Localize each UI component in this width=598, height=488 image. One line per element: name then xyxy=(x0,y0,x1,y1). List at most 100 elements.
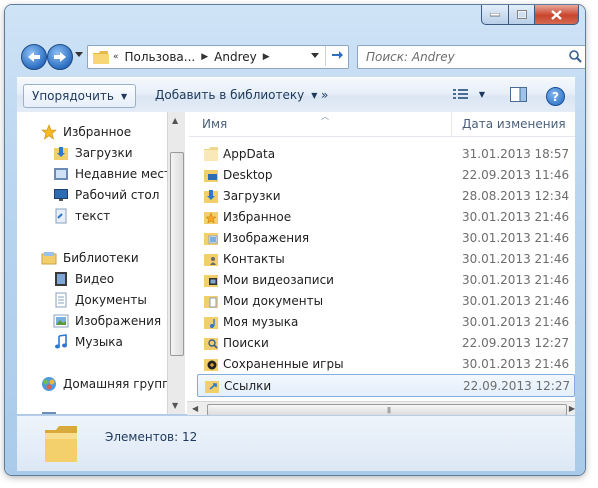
file-row-selected[interactable]: Ссылки 22.09.2013 12:27 xyxy=(197,374,575,397)
chevron-down-icon: ▼ xyxy=(120,91,128,101)
file-row[interactable]: Загрузки 28.08.2013 12:34 xyxy=(197,185,575,206)
minimize-button[interactable] xyxy=(481,5,509,25)
back-arrow-icon xyxy=(28,52,40,62)
file-date-modified: 30.01.2013 21:46 xyxy=(462,209,570,224)
column-divider[interactable] xyxy=(451,112,452,136)
file-name: AppData xyxy=(223,146,276,161)
file-date-modified: 30.01.2013 21:46 xyxy=(462,251,570,266)
address-overflow[interactable]: « xyxy=(113,52,119,62)
details-view-icon xyxy=(452,89,468,99)
file-row[interactable]: AppData 31.01.2013 18:57 xyxy=(197,143,575,164)
nav-favorites[interactable]: Избранное xyxy=(41,122,131,142)
command-bar: Упорядочить ▼ Добавить в библиотеку ▼ » … xyxy=(17,77,575,113)
back-button[interactable] xyxy=(21,44,47,70)
scroll-right-icon[interactable]: ▶ xyxy=(569,404,575,413)
search-input[interactable] xyxy=(364,49,558,65)
column-header-name[interactable]: Имя xyxy=(202,117,227,131)
file-row[interactable]: Моя музыка 30.01.2013 21:46 xyxy=(197,311,575,332)
close-button[interactable] xyxy=(535,5,579,25)
nav-item-video[interactable]: Видео xyxy=(53,269,114,289)
column-header-row: ︿ Имя Дата изменения xyxy=(189,112,575,137)
pictures-library-icon xyxy=(53,314,69,328)
nav-item-text[interactable]: текст xyxy=(53,206,110,226)
file-list: ︿ Имя Дата изменения AppData 31.01.2013 1… xyxy=(189,112,575,414)
nav-item-recent-places[interactable]: Недавние места xyxy=(53,164,167,184)
nav-homegroup[interactable]: Домашняя группа xyxy=(41,374,167,394)
breadcrumb-separator-icon[interactable]: ▶ xyxy=(201,52,208,62)
nav-item-label: текст xyxy=(75,209,111,223)
contacts-folder-icon xyxy=(204,253,218,266)
nav-item-desktop[interactable]: Рабочий стол xyxy=(53,185,159,205)
file-row[interactable]: Сохраненные игры 30.01.2013 21:46 xyxy=(197,353,575,374)
content-area: Избранное Загрузки Недавние места Рабочи… xyxy=(17,112,575,417)
add-to-library-label: Добавить в библиотеку xyxy=(155,88,305,102)
breadcrumb-segment[interactable]: Andrey xyxy=(214,46,257,68)
column-header-date[interactable]: Дата изменения xyxy=(462,117,566,131)
chevron-down-icon: ▼ xyxy=(478,89,485,99)
search-box[interactable] xyxy=(357,45,585,69)
file-date-modified: 30.01.2013 21:46 xyxy=(462,230,570,245)
search-icon[interactable] xyxy=(569,50,582,63)
file-date-modified: 30.01.2013 21:46 xyxy=(462,293,570,308)
scroll-thumb[interactable] xyxy=(170,152,184,356)
organize-button[interactable]: Упорядочить ▼ xyxy=(23,84,137,108)
chevron-down-icon xyxy=(75,52,83,57)
preview-pane-button[interactable] xyxy=(510,87,527,102)
file-row[interactable]: Мои видеозаписи 30.01.2013 21:46 xyxy=(197,269,575,290)
file-date-modified: 30.01.2013 21:46 xyxy=(462,314,570,329)
file-date-modified: 22.09.2013 11:46 xyxy=(462,167,570,182)
maximize-button[interactable] xyxy=(509,5,535,25)
nav-item-downloads[interactable]: Загрузки xyxy=(53,143,133,163)
folder-large-icon xyxy=(45,426,77,462)
nav-item-label: Изображения xyxy=(75,314,162,328)
nav-item-music[interactable]: Музыка xyxy=(53,332,123,352)
libraries-icon xyxy=(41,252,57,265)
chevron-down-icon xyxy=(311,53,319,58)
file-row[interactable]: Изображения 30.01.2013 21:46 xyxy=(197,227,575,248)
scroll-down-icon[interactable]: ▼ xyxy=(172,401,178,410)
address-bar-row: « Пользова... ▶ Andrey ▶ xyxy=(17,43,585,70)
nav-favorites-label: Избранное xyxy=(63,125,132,139)
address-history-dropdown[interactable] xyxy=(308,46,322,66)
file-name: Избранное xyxy=(223,209,292,224)
recent-pages-dropdown[interactable] xyxy=(75,52,83,58)
breadcrumb-separator-icon[interactable]: ▶ xyxy=(263,52,270,62)
item-count: Элементов: 12 xyxy=(105,430,198,444)
scroll-left-icon[interactable]: ◀ xyxy=(192,404,198,413)
navigation-scrollbar[interactable]: ▲ ▼ xyxy=(167,112,185,414)
videos-folder-icon xyxy=(204,274,218,287)
links-folder-icon xyxy=(205,380,219,393)
more-commands-button[interactable]: » xyxy=(321,84,328,106)
address-field[interactable]: « Пользова... ▶ Andrey ▶ xyxy=(87,45,349,69)
file-name: Мои документы xyxy=(223,293,324,308)
scroll-up-icon[interactable]: ▲ xyxy=(172,116,178,125)
add-to-library-button[interactable]: Добавить в библиотеку ▼ xyxy=(155,84,317,106)
file-row[interactable]: Мои документы 30.01.2013 21:46 xyxy=(197,290,575,311)
file-date-modified: 30.01.2013 21:46 xyxy=(462,356,570,371)
help-icon: ? xyxy=(552,89,559,104)
nav-item-label: Недавние места xyxy=(75,167,167,181)
file-row[interactable]: Поиски 22.09.2013 12:27 xyxy=(197,332,575,353)
nav-homegroup-label: Домашняя группа xyxy=(63,377,167,391)
searches-folder-icon xyxy=(204,337,218,350)
breadcrumb-segment[interactable]: Пользова... xyxy=(125,46,196,68)
nav-computer-partial[interactable] xyxy=(41,408,63,414)
nav-item-pictures[interactable]: Изображения xyxy=(53,311,161,331)
file-row[interactable]: Избранное 30.01.2013 21:46 xyxy=(197,206,575,227)
file-row[interactable]: Контакты 30.01.2013 21:46 xyxy=(197,248,575,269)
help-button[interactable]: ? xyxy=(546,87,565,106)
file-row[interactable]: Desktop 22.09.2013 11:46 xyxy=(197,164,575,185)
refresh-icon xyxy=(332,51,343,59)
file-name: Загрузки xyxy=(223,188,281,203)
file-date-modified: 28.08.2013 12:34 xyxy=(462,188,570,203)
nav-item-documents[interactable]: Документы xyxy=(53,290,147,310)
nav-libraries[interactable]: Библиотеки xyxy=(41,248,139,268)
refresh-button[interactable] xyxy=(325,46,348,66)
forward-button[interactable] xyxy=(47,44,73,70)
recent-places-icon xyxy=(54,168,68,180)
nav-item-label: Документы xyxy=(75,293,147,307)
close-icon xyxy=(551,9,562,20)
change-view-button[interactable]: ▼ xyxy=(452,88,485,100)
sort-ascending-icon: ︿ xyxy=(321,112,329,121)
desktop-folder-icon xyxy=(204,169,218,182)
